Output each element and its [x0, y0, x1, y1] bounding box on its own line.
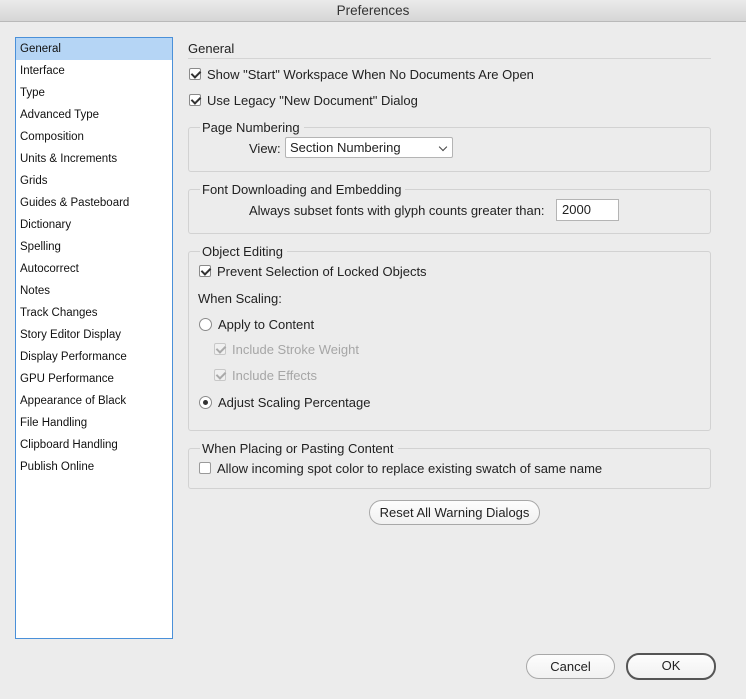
sidebar-item-track-changes[interactable]: Track Changes	[16, 302, 172, 324]
page-numbering-title: Page Numbering	[200, 120, 304, 135]
sidebar-item-interface[interactable]: Interface	[16, 60, 172, 82]
adjust-scaling-label: Adjust Scaling Percentage	[218, 395, 371, 410]
sidebar-item-composition[interactable]: Composition	[16, 126, 172, 148]
allow-spot-color-label: Allow incoming spot color to replace exi…	[217, 461, 603, 476]
sidebar-item-type[interactable]: Type	[16, 82, 172, 104]
prevent-locked-selection-checkbox[interactable]	[199, 265, 211, 277]
subset-fonts-label: Always subset fonts with glyph counts gr…	[249, 203, 545, 218]
subset-threshold-input[interactable]: 2000	[556, 199, 619, 221]
preferences-window: Preferences General Interface Type Advan…	[0, 0, 746, 699]
sidebar-item-publish-online[interactable]: Publish Online	[16, 456, 172, 478]
when-scaling-label: When Scaling:	[198, 291, 282, 306]
object-editing-title: Object Editing	[200, 244, 287, 259]
use-legacy-new-document-checkbox[interactable]	[189, 94, 201, 106]
view-label: View:	[249, 141, 281, 156]
sidebar-item-file-handling[interactable]: File Handling	[16, 412, 172, 434]
apply-to-content-radio[interactable]	[199, 318, 212, 331]
sidebar-item-clipboard-handling[interactable]: Clipboard Handling	[16, 434, 172, 456]
view-select[interactable]: Section Numbering	[285, 137, 453, 158]
sidebar-item-spelling[interactable]: Spelling	[16, 236, 172, 258]
show-start-workspace-checkbox[interactable]	[189, 68, 201, 80]
sidebar-item-appearance-of-black[interactable]: Appearance of Black	[16, 390, 172, 412]
apply-to-content-label: Apply to Content	[218, 317, 315, 332]
sidebar-item-units-increments[interactable]: Units & Increments	[16, 148, 172, 170]
include-effects-label: Include Effects	[232, 368, 318, 383]
sidebar-item-general[interactable]: General	[16, 38, 172, 60]
include-effects-checkbox[interactable]	[214, 369, 226, 381]
allow-spot-color-checkbox[interactable]	[199, 462, 211, 474]
use-legacy-new-document-label: Use Legacy "New Document" Dialog	[207, 93, 418, 108]
preferences-sidebar: General Interface Type Advanced Type Com…	[15, 37, 173, 639]
adjust-scaling-radio[interactable]	[199, 396, 212, 409]
window-title: Preferences	[0, 0, 746, 22]
prevent-locked-selection-label: Prevent Selection of Locked Objects	[217, 264, 427, 279]
font-downloading-title: Font Downloading and Embedding	[200, 182, 406, 197]
sidebar-item-grids[interactable]: Grids	[16, 170, 172, 192]
view-select-value: Section Numbering	[290, 140, 401, 155]
page-title: General	[188, 41, 235, 56]
ok-button[interactable]: OK	[626, 653, 716, 680]
show-start-workspace-label: Show "Start" Workspace When No Documents…	[207, 67, 534, 82]
cancel-button[interactable]: Cancel	[526, 654, 615, 679]
reset-warning-dialogs-button[interactable]: Reset All Warning Dialogs	[369, 500, 540, 525]
include-stroke-weight-checkbox[interactable]	[214, 343, 226, 355]
sidebar-item-gpu-performance[interactable]: GPU Performance	[16, 368, 172, 390]
sidebar-item-notes[interactable]: Notes	[16, 280, 172, 302]
include-stroke-weight-label: Include Stroke Weight	[232, 342, 359, 357]
sidebar-item-guides-pasteboard[interactable]: Guides & Pasteboard	[16, 192, 172, 214]
sidebar-item-story-editor-display[interactable]: Story Editor Display	[16, 324, 172, 346]
sidebar-item-autocorrect[interactable]: Autocorrect	[16, 258, 172, 280]
sidebar-item-dictionary[interactable]: Dictionary	[16, 214, 172, 236]
sidebar-item-advanced-type[interactable]: Advanced Type	[16, 104, 172, 126]
chevron-down-icon	[438, 142, 448, 152]
heading-divider	[188, 58, 711, 59]
placing-content-title: When Placing or Pasting Content	[200, 441, 398, 456]
sidebar-item-display-performance[interactable]: Display Performance	[16, 346, 172, 368]
